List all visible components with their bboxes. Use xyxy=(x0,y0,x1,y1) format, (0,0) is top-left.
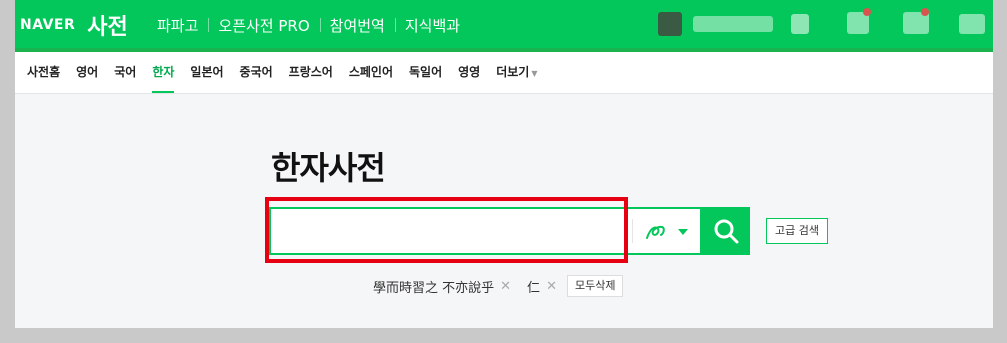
participate-translation-link[interactable]: 참여번역 xyxy=(319,15,395,36)
search-button[interactable] xyxy=(702,207,750,255)
caret-down-icon xyxy=(678,229,688,235)
divider xyxy=(632,219,633,243)
clear-all-button[interactable]: 모두삭제 xyxy=(566,275,624,297)
service-links: 파파고 오픈사전 PRO 참여번역 지식백과 xyxy=(147,9,470,41)
recent-item: 學而時習之 不亦說乎 ✕ xyxy=(373,277,511,296)
dictionary-home-link[interactable]: 사전 xyxy=(87,9,127,41)
nav-english-english[interactable]: 영영 xyxy=(450,52,488,93)
nav-japanese[interactable]: 일본어 xyxy=(182,52,231,93)
close-icon[interactable]: ✕ xyxy=(500,279,511,294)
naver-logo[interactable]: NAVER xyxy=(20,17,75,33)
recent-searches: 學而時習之 不亦說乎 ✕ 仁 ✕ 모두삭제 xyxy=(373,274,624,298)
knowledge-encyclopedia-link[interactable]: 지식백과 xyxy=(394,15,470,36)
papago-link[interactable]: 파파고 xyxy=(147,15,208,36)
menu-icon[interactable] xyxy=(959,14,985,34)
nav-spanish[interactable]: 스페인어 xyxy=(341,52,401,93)
recent-search-link[interactable]: 仁 xyxy=(527,277,540,296)
user-avatar[interactable] xyxy=(658,12,682,36)
notification-icon[interactable] xyxy=(791,14,809,34)
nav-hanja[interactable]: 한자 xyxy=(144,52,182,93)
nav-english[interactable]: 영어 xyxy=(68,52,106,93)
advanced-search-button[interactable]: 고급 검색 xyxy=(766,218,828,244)
nav-korean[interactable]: 국어 xyxy=(106,52,144,93)
nav-french[interactable]: 프랑스어 xyxy=(281,52,341,93)
apps-badge xyxy=(921,8,929,16)
nav-chinese[interactable]: 중국어 xyxy=(232,52,281,93)
chevron-down-icon: ▼ xyxy=(531,69,538,78)
recent-item: 仁 ✕ xyxy=(527,277,557,296)
alert-badge xyxy=(863,8,871,16)
search-input[interactable] xyxy=(273,211,632,253)
recent-search-link[interactable]: 學而時習之 不亦說乎 xyxy=(373,277,494,296)
user-name-blurred[interactable] xyxy=(693,16,773,32)
nav-german[interactable]: 독일어 xyxy=(401,52,450,93)
open-dict-pro-link[interactable]: 오픈사전 PRO xyxy=(208,15,319,36)
nav-more-label: 더보기 xyxy=(496,65,530,79)
brand: NAVER 사전 xyxy=(20,9,128,41)
top-header: NAVER 사전 파파고 오픈사전 PRO 참여번역 지식백과 xyxy=(15,0,993,52)
close-icon[interactable]: ✕ xyxy=(546,279,557,294)
language-nav: 사전홈 영어 국어 한자 일본어 중국어 프랑스어 스페인어 독일어 영영 더보… xyxy=(15,52,993,94)
handwriting-icon xyxy=(646,225,665,239)
search-icon xyxy=(714,219,739,244)
handwriting-input-button[interactable] xyxy=(643,217,695,247)
page-title: 한자사전 xyxy=(271,149,386,187)
nav-dict-home[interactable]: 사전홈 xyxy=(19,52,68,93)
nav-more[interactable]: 더보기 ▼ xyxy=(488,52,545,93)
dictionary-page: NAVER 사전 파파고 오픈사전 PRO 참여번역 지식백과 사전홈 영어 국… xyxy=(15,0,993,328)
search-box xyxy=(269,207,702,255)
